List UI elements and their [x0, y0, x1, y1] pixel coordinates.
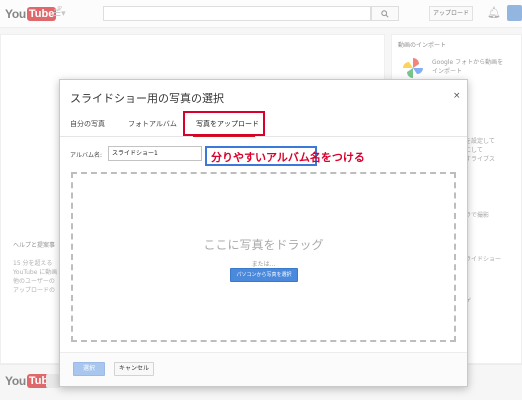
- drop-zone-text: ここに写真をドラッグ: [203, 238, 324, 252]
- cancel-button[interactable]: キャンセル: [114, 362, 154, 376]
- photo-select-dialog: スライドショー用の写真の選択 × 自分の写真 フォトアルバム 写真をアップロード…: [59, 79, 468, 387]
- annotation-text: 分りやすいアルバム名をつける: [211, 151, 365, 164]
- album-name-label: アルバム名:: [70, 152, 102, 159]
- dialog-title: スライドショー用の写真の選択: [70, 92, 224, 105]
- or-text: または...: [251, 261, 276, 268]
- photo-drop-zone[interactable]: ここに写真をドラッグ または... パソコンから写真を選択: [71, 172, 456, 342]
- tab-photo-albums[interactable]: フォトアルバム: [128, 119, 177, 129]
- close-icon[interactable]: ×: [453, 91, 461, 101]
- album-name-field[interactable]: スライドショー1: [108, 146, 202, 161]
- annotation-highlight-box: [183, 111, 265, 136]
- select-from-computer-button[interactable]: パソコンから写真を選択: [230, 268, 298, 282]
- tab-my-photos[interactable]: 自分の写真: [70, 119, 105, 129]
- select-button[interactable]: 選択: [73, 362, 105, 376]
